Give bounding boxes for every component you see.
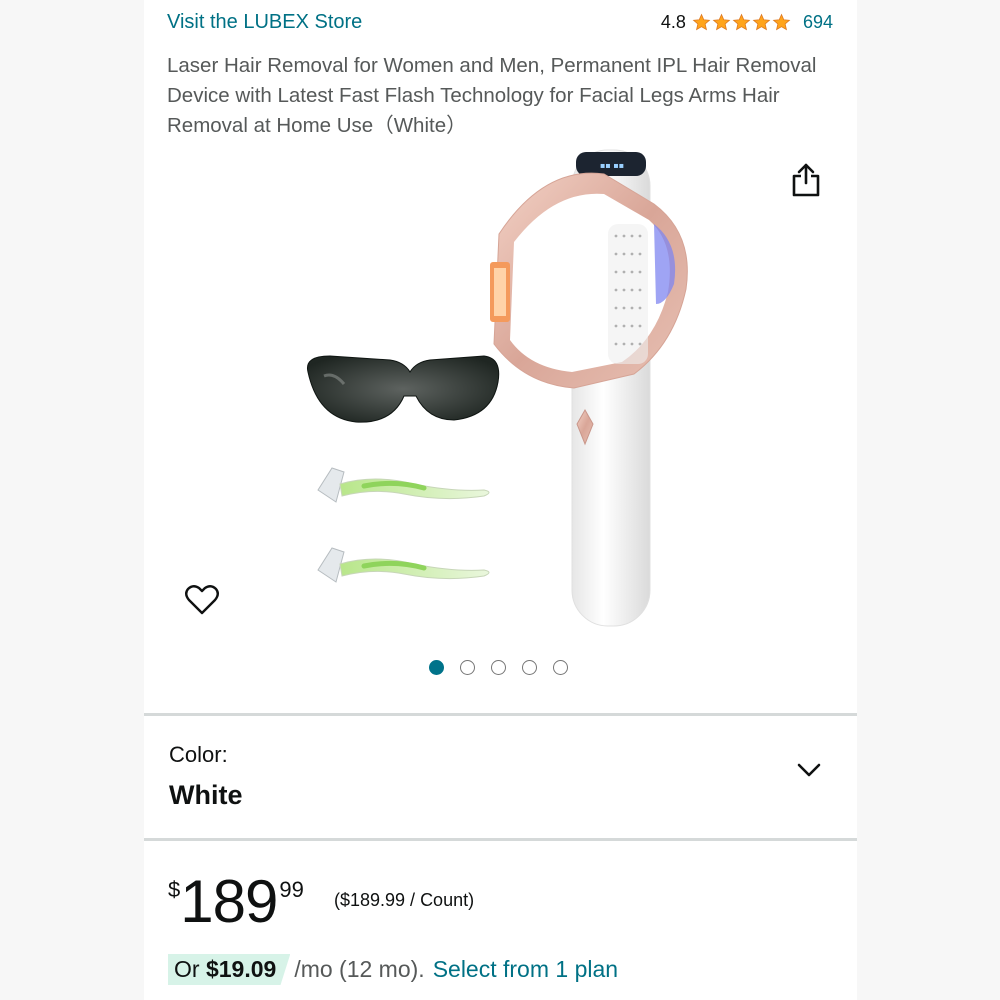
heart-icon[interactable] [184,582,220,618]
store-link[interactable]: Visit the LUBEX Store [167,11,362,34]
share-icon[interactable] [789,162,823,198]
store-row: Visit the LUBEX Store 4.8 694 [167,8,833,36]
gallery-dot[interactable] [553,660,568,675]
color-label: Color: [169,742,228,767]
product-image[interactable]: ▪▪ ▪▪ [304,144,704,630]
select-plan-link[interactable]: Select from 1 plan [433,956,618,983]
unit-price: ($189.99 / Count) [334,890,475,910]
product-card: Visit the LUBEX Store 4.8 694 Laser Hair… [144,0,857,1000]
rating-count[interactable]: 694 [803,12,833,33]
installment-prefix: Or [174,956,206,982]
color-selector[interactable]: Color: White [144,718,857,838]
rating-summary[interactable]: 4.8 694 [661,12,833,33]
gallery-dot[interactable] [429,660,444,675]
color-value: White [169,780,243,810]
installment-highlight: Or $19.09 [168,954,291,985]
star-icon [772,13,791,30]
star-rating [692,13,791,32]
image-gallery[interactable]: ▪▪ ▪▪ [144,140,857,640]
price-section: $ 189 99 ($189.99 / Count) Or $19.09 /mo… [144,842,857,1000]
left-margin [0,0,144,1000]
rating-value: 4.8 [660,11,686,32]
chevron-down-icon[interactable] [794,758,824,782]
installment-term: /mo (12 mo). [294,956,425,982]
svg-text:▪▪ ▪▪: ▪▪ ▪▪ [600,161,624,170]
gallery-pagination[interactable] [429,660,568,675]
divider [144,838,857,841]
divider [144,713,857,716]
star-icon [752,13,771,30]
price-whole: 189 [180,868,278,935]
gallery-dot[interactable] [491,660,506,675]
installment-amount: $19.09 [205,956,277,982]
price-symbol: $ [168,877,181,902]
price-fraction: 99 [279,877,304,902]
star-icon [712,13,731,30]
price: $ 189 99 [168,870,304,934]
star-icon [732,13,751,30]
star-icon [692,13,711,30]
gallery-dot[interactable] [522,660,537,675]
installment-offer: Or $19.09 /mo (12 mo). Select from 1 pla… [168,954,618,985]
right-margin [857,0,1000,1000]
gallery-dot[interactable] [460,660,475,675]
product-title: Laser Hair Removal for Women and Men, Pe… [167,54,817,137]
